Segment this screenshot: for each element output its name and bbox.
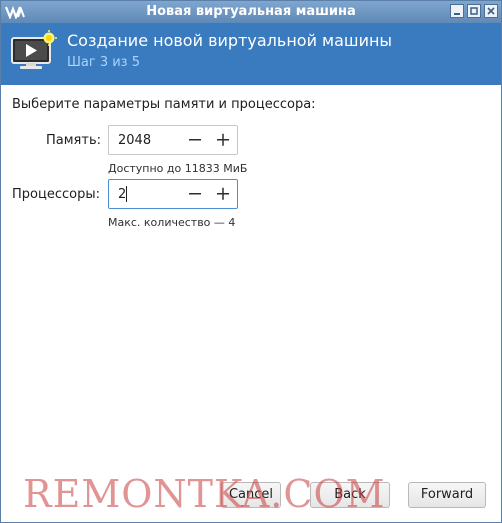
memory-available-hint: Доступно до 11833 МиБ	[108, 162, 248, 175]
cpus-label: Процессоры:	[12, 187, 100, 202]
virtual-machine-icon	[11, 30, 57, 69]
cpus-increase-button[interactable]	[213, 184, 233, 204]
maximize-button[interactable]	[467, 4, 481, 18]
memory-decrease-button[interactable]	[185, 130, 205, 150]
memory-increase-button[interactable]	[213, 130, 233, 150]
cpus-decrease-button[interactable]	[185, 184, 205, 204]
memory-value[interactable]: 2048	[118, 133, 151, 148]
plus-icon	[217, 187, 229, 200]
cpus-max-hint: Макс. количество — 4	[108, 216, 236, 229]
memory-label: Память:	[46, 133, 101, 148]
cpus-spinbox[interactable]: 2	[108, 179, 238, 209]
wizard-header: Создание новой виртуальной машины Шаг 3 …	[1, 23, 501, 85]
wizard-title: Создание новой виртуальной машины	[67, 31, 393, 50]
close-button[interactable]	[484, 4, 498, 18]
close-icon	[487, 7, 495, 15]
text-cursor	[126, 186, 127, 202]
window-title: Новая виртуальная машина	[146, 4, 356, 19]
wizard-step: Шаг 3 из 5	[67, 55, 140, 70]
instruction-text: Выберите параметры памяти и процессора:	[12, 97, 316, 112]
maximize-icon	[470, 7, 478, 15]
dialog-window: Новая виртуальная машина Создание новой …	[0, 0, 502, 523]
memory-spinbox[interactable]: 2048	[108, 125, 238, 155]
minimize-button[interactable]	[450, 4, 464, 18]
minus-icon	[189, 139, 201, 141]
plus-icon	[217, 133, 229, 146]
watermark: REMONTKA.COM	[23, 472, 386, 516]
forward-button[interactable]: Forward	[408, 482, 486, 508]
minimize-icon	[454, 13, 460, 15]
minus-icon	[189, 193, 201, 195]
title-bar[interactable]: Новая виртуальная машина	[1, 1, 501, 23]
